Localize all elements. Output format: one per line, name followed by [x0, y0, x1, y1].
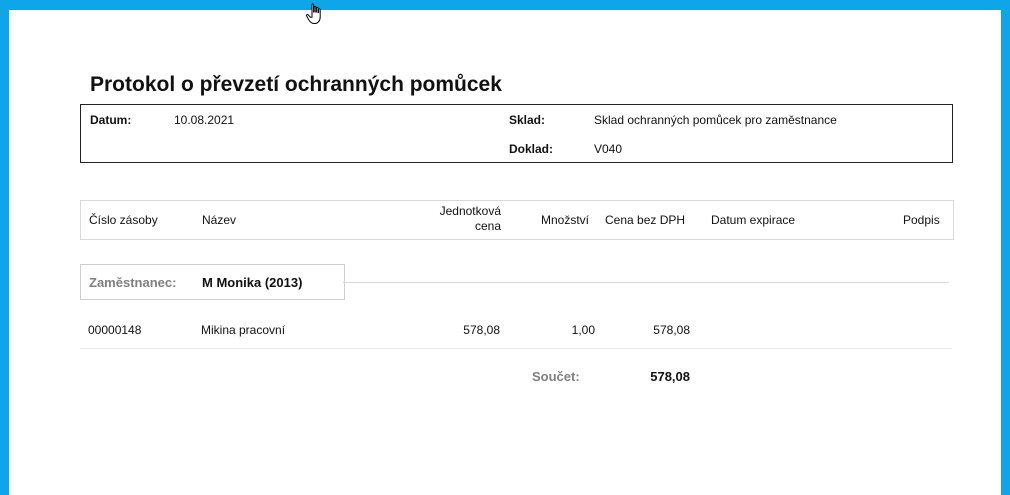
- employee-label: Zaměstnanec:: [89, 275, 177, 290]
- total-label: Součet:: [532, 369, 580, 384]
- sklad-value: Sklad ochranných pomůcek pro zaměstnance: [594, 113, 837, 127]
- row-nazev: Mikina pracovní: [201, 323, 286, 337]
- row-mnozstvi: 1,00: [571, 323, 595, 337]
- column-header-jednotkova-cena: Jednotková cena: [421, 204, 501, 234]
- datum-value: 10.08.2021: [174, 113, 235, 127]
- row-cislo: 00000148: [88, 323, 142, 337]
- column-header-podpis: Podpis: [903, 213, 940, 227]
- row-cena: 578,08: [653, 323, 690, 337]
- document-info-box: Datum: 10.08.2021 Sklad: Sklad ochrannýc…: [80, 104, 953, 163]
- column-header-cislo: Číslo zásoby: [89, 213, 158, 227]
- column-header-mnozstvi: Množství: [541, 213, 590, 227]
- employee-box: Zaměstnanec: M Monika (2013): [80, 264, 345, 300]
- table-header: Číslo zásoby Název Jednotková cena Množs…: [80, 200, 954, 240]
- page-title: Protokol o převzetí ochranných pomůcek: [90, 73, 502, 96]
- employee-separator: [343, 282, 949, 283]
- document-page: Protokol o převzetí ochranných pomůcek D…: [9, 10, 1001, 495]
- employee-name: M Monika (2013): [202, 275, 303, 290]
- row-jednotkova-cena: 578,08: [463, 323, 500, 337]
- screen: { "document": { "title": "Protokol o pře…: [0, 0, 1010, 495]
- datum-label: Datum:: [90, 113, 132, 127]
- column-header-expirace: Datum expirace: [711, 213, 796, 227]
- hand-cursor-icon: [305, 3, 321, 24]
- doklad-value: V040: [594, 142, 623, 156]
- doklad-label: Doklad:: [509, 142, 554, 156]
- column-header-jednotkova-line1: Jednotková: [439, 204, 501, 218]
- sklad-label: Sklad:: [509, 113, 546, 127]
- column-header-jednotkova-line2: cena: [474, 219, 501, 233]
- table-row: 00000148 Mikina pracovní 578,08 1,00 578…: [80, 312, 952, 349]
- column-header-nazev: Název: [202, 213, 237, 227]
- column-header-cena: Cena bez DPH: [605, 213, 686, 227]
- total-value: 578,08: [650, 369, 690, 384]
